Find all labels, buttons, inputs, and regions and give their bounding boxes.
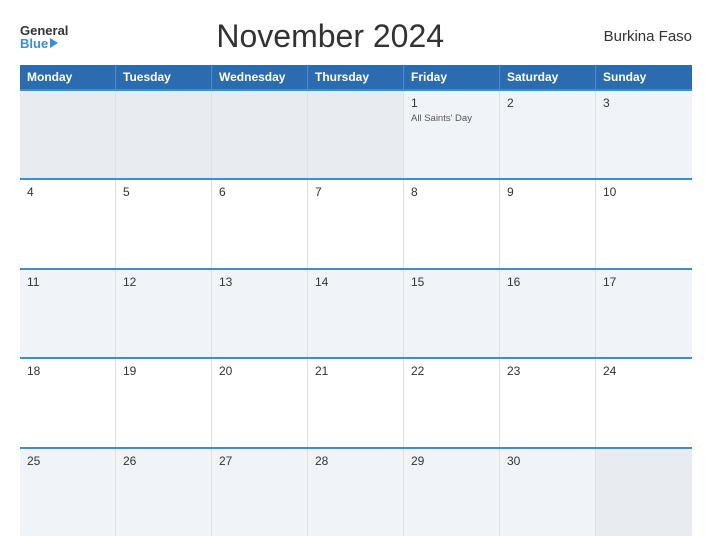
day-number: 1	[411, 96, 418, 110]
day-header-monday: Monday	[20, 65, 116, 89]
day-number: 4	[27, 185, 34, 199]
day-number: 2	[507, 96, 514, 110]
calendar-cell: 28	[308, 449, 404, 536]
calendar-cell: 12	[116, 270, 212, 357]
calendar-cell: 24	[596, 359, 692, 446]
day-number: 27	[219, 454, 232, 468]
calendar-cell: 10	[596, 180, 692, 267]
calendar-cell: 27	[212, 449, 308, 536]
calendar-cell: 2	[500, 91, 596, 178]
calendar-cell: 16	[500, 270, 596, 357]
day-header-tuesday: Tuesday	[116, 65, 212, 89]
day-header-thursday: Thursday	[308, 65, 404, 89]
header: General Blue November 2024 Burkina Faso	[20, 18, 692, 55]
calendar-cell: 13	[212, 270, 308, 357]
day-header-wednesday: Wednesday	[212, 65, 308, 89]
calendar-cell: 21	[308, 359, 404, 446]
calendar-cell: 26	[116, 449, 212, 536]
day-number: 25	[27, 454, 40, 468]
day-header-sunday: Sunday	[596, 65, 692, 89]
day-number: 19	[123, 364, 136, 378]
calendar-cell: 8	[404, 180, 500, 267]
calendar: MondayTuesdayWednesdayThursdayFridaySatu…	[20, 65, 692, 536]
calendar-cell: 30	[500, 449, 596, 536]
calendar-cell: 17	[596, 270, 692, 357]
day-number: 24	[603, 364, 616, 378]
calendar-page: General Blue November 2024 Burkina Faso …	[0, 0, 712, 550]
day-number: 8	[411, 185, 418, 199]
day-number: 5	[123, 185, 130, 199]
calendar-cell	[20, 91, 116, 178]
logo-blue-text: Blue	[20, 37, 58, 50]
day-number: 13	[219, 275, 232, 289]
logo-triangle-icon	[50, 38, 58, 48]
calendar-cell	[212, 91, 308, 178]
calendar-cell	[308, 91, 404, 178]
calendar-cell: 11	[20, 270, 116, 357]
day-number: 17	[603, 275, 616, 289]
calendar-cell: 22	[404, 359, 500, 446]
day-number: 18	[27, 364, 40, 378]
calendar-cell: 29	[404, 449, 500, 536]
day-number: 21	[315, 364, 328, 378]
calendar-week-1: 1 All Saints' Day 2 3	[20, 89, 692, 178]
day-number: 12	[123, 275, 136, 289]
day-number: 29	[411, 454, 424, 468]
calendar-cell: 5	[116, 180, 212, 267]
calendar-cell	[116, 91, 212, 178]
day-number: 3	[603, 96, 610, 110]
calendar-week-4: 18 19 20 21 22 23 24	[20, 357, 692, 446]
day-number: 10	[603, 185, 616, 199]
day-number: 20	[219, 364, 232, 378]
calendar-cell: 14	[308, 270, 404, 357]
calendar-cell: 6	[212, 180, 308, 267]
calendar-header-row: MondayTuesdayWednesdayThursdayFridaySatu…	[20, 65, 692, 89]
calendar-cell: 19	[116, 359, 212, 446]
country-name: Burkina Faso	[592, 28, 692, 45]
calendar-cell: 20	[212, 359, 308, 446]
calendar-cell: 15	[404, 270, 500, 357]
day-number: 6	[219, 185, 226, 199]
day-number: 11	[27, 275, 39, 289]
day-number: 7	[315, 185, 322, 199]
calendar-cell: 3	[596, 91, 692, 178]
day-number: 30	[507, 454, 520, 468]
day-header-friday: Friday	[404, 65, 500, 89]
calendar-cell	[596, 449, 692, 536]
day-number: 23	[507, 364, 520, 378]
day-number: 28	[315, 454, 328, 468]
day-number: 22	[411, 364, 424, 378]
day-number: 9	[507, 185, 514, 199]
logo-general-text: General	[20, 24, 68, 37]
calendar-week-5: 25 26 27 28 29 30	[20, 447, 692, 536]
calendar-cell: 1 All Saints' Day	[404, 91, 500, 178]
calendar-title: November 2024	[68, 18, 592, 55]
day-number: 26	[123, 454, 136, 468]
calendar-cell: 4	[20, 180, 116, 267]
day-header-saturday: Saturday	[500, 65, 596, 89]
calendar-cell: 7	[308, 180, 404, 267]
calendar-cell: 23	[500, 359, 596, 446]
calendar-week-3: 11 12 13 14 15 16 17	[20, 268, 692, 357]
day-number: 14	[315, 275, 328, 289]
calendar-cell: 9	[500, 180, 596, 267]
day-number: 16	[507, 275, 520, 289]
calendar-cell: 18	[20, 359, 116, 446]
calendar-cell: 25	[20, 449, 116, 536]
day-number: 15	[411, 275, 424, 289]
holiday-label: All Saints' Day	[411, 113, 472, 124]
calendar-week-2: 4 5 6 7 8 9 10	[20, 178, 692, 267]
logo: General Blue	[20, 24, 68, 50]
